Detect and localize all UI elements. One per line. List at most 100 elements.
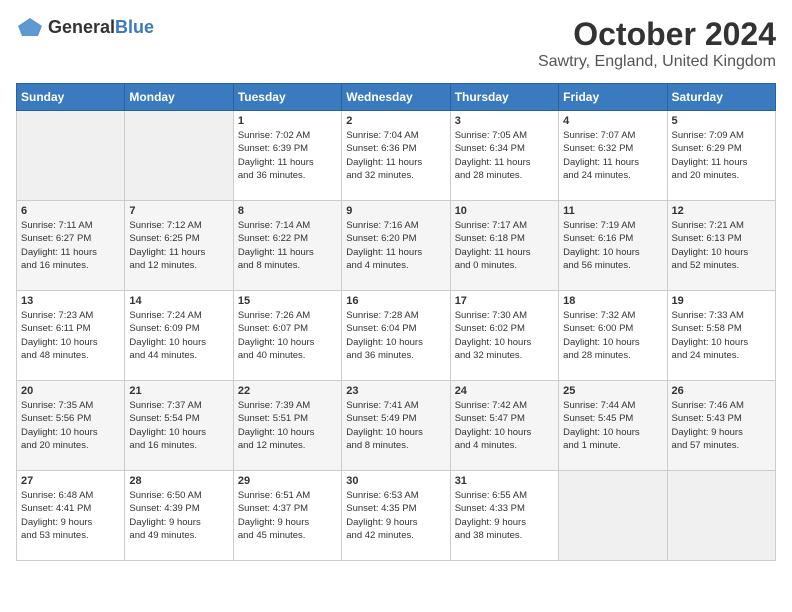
week-row-5: 27 Sunrise: 6:48 AM Sunset: 4:41 PM Dayli… [17,471,776,561]
logo-general: General [48,17,115,38]
header-day-thursday: Thursday [450,84,558,111]
day-number: 10 [455,205,554,217]
header-row: SundayMondayTuesdayWednesdayThursdayFrid… [17,84,776,111]
day-number: 15 [238,295,337,307]
day-number: 26 [672,385,771,397]
day-number: 25 [563,385,662,397]
calendar-cell: 2Sunrise: 7:04 AM Sunset: 6:36 PM Daylig… [342,111,450,201]
header-day-tuesday: Tuesday [233,84,341,111]
day-number: 20 [21,385,120,397]
day-info: Sunrise: 6:55 AM Sunset: 4:33 PM Dayligh… [455,489,554,542]
calendar-cell: 20 Sunrise: 7:35 AM Sunset: 5:56 PM Dayli… [17,381,125,471]
calendar-cell: 23Sunrise: 7:41 AM Sunset: 5:49 PM Dayli… [342,381,450,471]
calendar-cell: 31 Sunrise: 6:55 AM Sunset: 4:33 PM Dayli… [450,471,558,561]
day-number: 9 [346,205,445,217]
day-info: Sunrise: 7:07 AM Sunset: 6:32 PM Dayligh… [563,129,662,182]
day-info: Sunrise: 7:12 AM Sunset: 6:25 PM Dayligh… [129,219,228,272]
calendar-cell: 6 Sunrise: 7:11 AM Sunset: 6:27 PM Daylig… [17,201,125,291]
day-number: 6 [21,205,120,217]
header-day-monday: Monday [125,84,233,111]
calendar-cell: 26 Sunrise: 7:46 AM Sunset: 5:43 PM Dayli… [667,381,775,471]
day-info: Sunrise: 7:32 AM Sunset: 6:00 PM Dayligh… [563,309,662,362]
day-number: 7 [129,205,228,217]
day-number: 21 [129,385,228,397]
calendar-cell: 4 Sunrise: 7:07 AM Sunset: 6:32 PM Daylig… [559,111,667,201]
header-day-friday: Friday [559,84,667,111]
day-number: 28 [129,475,228,487]
calendar-cell: 14Sunrise: 7:24 AM Sunset: 6:09 PM Dayli… [125,291,233,381]
day-info: Sunrise: 7:42 AM Sunset: 5:47 PM Dayligh… [455,399,554,452]
calendar-cell: 17 Sunrise: 7:30 AM Sunset: 6:02 PM Dayli… [450,291,558,381]
day-number: 31 [455,475,554,487]
calendar-cell: 1 Sunrise: 7:02 AM Sunset: 6:39 PM Daylig… [233,111,341,201]
day-info: Sunrise: 7:33 AM Sunset: 5:58 PM Dayligh… [672,309,771,362]
day-info: Sunrise: 7:23 AM Sunset: 6:11 PM Dayligh… [21,309,120,362]
calendar-cell [559,471,667,561]
day-info: Sunrise: 7:04 AM Sunset: 6:36 PM Dayligh… [346,129,445,182]
calendar-subtitle: Sawtry, England, United Kingdom [538,53,776,71]
logo: General Blue [16,16,154,38]
calendar-title: October 2024 [538,16,776,53]
day-info: Sunrise: 7:11 AM Sunset: 6:27 PM Dayligh… [21,219,120,272]
day-info: Sunrise: 7:24 AM Sunset: 6:09 PM Dayligh… [129,309,228,362]
day-info: Sunrise: 6:51 AM Sunset: 4:37 PM Dayligh… [238,489,337,542]
day-number: 27 [21,475,120,487]
week-row-3: 13Sunrise: 7:23 AM Sunset: 6:11 PM Dayli… [17,291,776,381]
day-info: Sunrise: 7:21 AM Sunset: 6:13 PM Dayligh… [672,219,771,272]
logo-text: General Blue [48,17,154,38]
day-number: 22 [238,385,337,397]
logo-blue: Blue [115,17,154,38]
day-info: Sunrise: 7:28 AM Sunset: 6:04 PM Dayligh… [346,309,445,362]
day-info: Sunrise: 7:46 AM Sunset: 5:43 PM Dayligh… [672,399,771,452]
day-number: 19 [672,295,771,307]
day-info: Sunrise: 7:35 AM Sunset: 5:56 PM Dayligh… [21,399,120,452]
day-number: 18 [563,295,662,307]
calendar-cell: 24 Sunrise: 7:42 AM Sunset: 5:47 PM Dayli… [450,381,558,471]
day-info: Sunrise: 7:37 AM Sunset: 5:54 PM Dayligh… [129,399,228,452]
calendar-cell: 8 Sunrise: 7:14 AM Sunset: 6:22 PM Daylig… [233,201,341,291]
day-number: 1 [238,115,337,127]
calendar-cell: 28 Sunrise: 6:50 AM Sunset: 4:39 PM Dayli… [125,471,233,561]
day-info: Sunrise: 7:44 AM Sunset: 5:45 PM Dayligh… [563,399,662,452]
calendar-cell: 25 Sunrise: 7:44 AM Sunset: 5:45 PM Dayli… [559,381,667,471]
day-info: Sunrise: 7:19 AM Sunset: 6:16 PM Dayligh… [563,219,662,272]
day-info: Sunrise: 7:14 AM Sunset: 6:22 PM Dayligh… [238,219,337,272]
day-info: Sunrise: 6:48 AM Sunset: 4:41 PM Dayligh… [21,489,120,542]
day-info: Sunrise: 7:16 AM Sunset: 6:20 PM Dayligh… [346,219,445,272]
week-row-4: 20 Sunrise: 7:35 AM Sunset: 5:56 PM Dayli… [17,381,776,471]
calendar-cell: 19 Sunrise: 7:33 AM Sunset: 5:58 PM Dayli… [667,291,775,381]
calendar-header: SundayMondayTuesdayWednesdayThursdayFrid… [17,84,776,111]
calendar-table: SundayMondayTuesdayWednesdayThursdayFrid… [16,83,776,561]
day-info: Sunrise: 7:30 AM Sunset: 6:02 PM Dayligh… [455,309,554,362]
week-row-2: 6 Sunrise: 7:11 AM Sunset: 6:27 PM Daylig… [17,201,776,291]
day-number: 30 [346,475,445,487]
day-number: 3 [455,115,554,127]
calendar-cell: 10Sunrise: 7:17 AM Sunset: 6:18 PM Dayli… [450,201,558,291]
calendar-cell: 22Sunrise: 7:39 AM Sunset: 5:51 PM Dayli… [233,381,341,471]
calendar-cell: 5Sunrise: 7:09 AM Sunset: 6:29 PM Daylig… [667,111,775,201]
logo-icon [16,16,44,38]
day-number: 17 [455,295,554,307]
calendar-cell: 29 Sunrise: 6:51 AM Sunset: 4:37 PM Dayli… [233,471,341,561]
day-number: 29 [238,475,337,487]
day-info: Sunrise: 7:26 AM Sunset: 6:07 PM Dayligh… [238,309,337,362]
day-number: 16 [346,295,445,307]
day-number: 24 [455,385,554,397]
calendar-cell: 7 Sunrise: 7:12 AM Sunset: 6:25 PM Daylig… [125,201,233,291]
calendar-cell [667,471,775,561]
calendar-cell [125,111,233,201]
calendar-cell [17,111,125,201]
day-number: 4 [563,115,662,127]
calendar-cell: 15 Sunrise: 7:26 AM Sunset: 6:07 PM Dayli… [233,291,341,381]
day-number: 5 [672,115,771,127]
day-info: Sunrise: 7:41 AM Sunset: 5:49 PM Dayligh… [346,399,445,452]
calendar-cell: 3Sunrise: 7:05 AM Sunset: 6:34 PM Daylig… [450,111,558,201]
title-block: October 2024 Sawtry, England, United Kin… [538,16,776,71]
day-info: Sunrise: 7:02 AM Sunset: 6:39 PM Dayligh… [238,129,337,182]
header-day-saturday: Saturday [667,84,775,111]
calendar-cell: 18 Sunrise: 7:32 AM Sunset: 6:00 PM Dayli… [559,291,667,381]
day-number: 8 [238,205,337,217]
calendar-cell: 12Sunrise: 7:21 AM Sunset: 6:13 PM Dayli… [667,201,775,291]
page-header: General Blue October 2024 Sawtry, Englan… [16,16,776,71]
day-info: Sunrise: 6:50 AM Sunset: 4:39 PM Dayligh… [129,489,228,542]
